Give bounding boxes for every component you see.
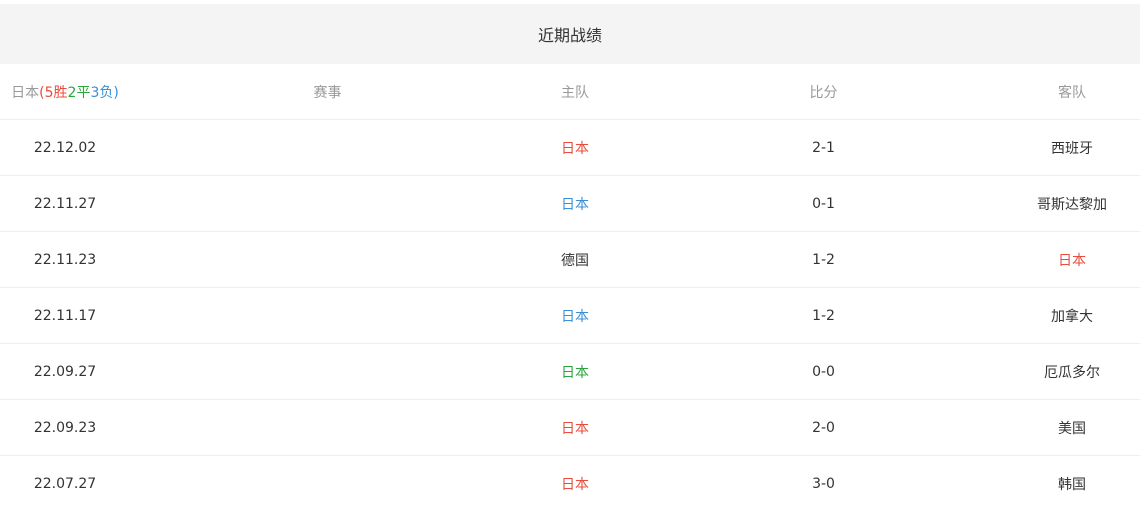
- header-close-paren: ): [113, 84, 119, 101]
- table-row: 22.09.27 日本 0-0 厄瓜多尔: [0, 344, 1140, 400]
- header-event: 赛事: [313, 84, 342, 101]
- match-score: 0-0: [812, 363, 835, 380]
- match-list: 22.12.02 日本 2-1 西班牙 22.11.27 日本 0-1 哥斯达黎…: [0, 120, 1140, 512]
- match-date: 22.11.17: [33, 307, 97, 324]
- match-home-team[interactable]: 日本: [525, 138, 625, 158]
- match-home-team[interactable]: 日本: [525, 474, 625, 494]
- table-row: 22.11.23 德国 1-2 日本: [0, 232, 1140, 288]
- table-row: 22.11.27 日本 0-1 哥斯达黎加: [0, 176, 1140, 232]
- match-date: 22.09.23: [33, 419, 97, 436]
- match-away-team[interactable]: 加拿大: [1022, 306, 1122, 326]
- header-losses: 3负: [90, 84, 114, 101]
- table-row: 22.07.27 日本 3-0 韩国: [0, 456, 1140, 512]
- table-row: 22.09.23 日本 2-0 美国: [0, 400, 1140, 456]
- match-home-team[interactable]: 日本: [525, 306, 625, 326]
- match-score: 2-0: [812, 419, 835, 436]
- match-score: 0-1: [812, 195, 835, 212]
- panel-title: 近期战绩: [537, 26, 602, 45]
- header-team-name: 日本: [11, 84, 40, 101]
- match-score: 2-1: [812, 139, 835, 156]
- header-team-record: 日本(5胜2平3负): [0, 82, 130, 102]
- match-home-team[interactable]: 日本: [525, 194, 625, 214]
- match-away-team[interactable]: 哥斯达黎加: [1022, 194, 1122, 214]
- panel-title-bar: 近期战绩: [0, 4, 1140, 64]
- match-date: 22.11.23: [33, 251, 97, 268]
- recent-results-panel: 近期战绩 日本(5胜2平3负) 赛事 主队 比分 客队 22.12.02 日本 …: [0, 4, 1140, 512]
- match-away-team[interactable]: 日本: [1022, 250, 1122, 270]
- match-home-team[interactable]: 德国: [525, 250, 625, 270]
- match-score: 3-0: [812, 476, 835, 492]
- match-score: 1-2: [812, 307, 835, 324]
- match-date: 22.11.27: [33, 195, 97, 212]
- header-home-team: 主队: [561, 84, 589, 101]
- header-away-team: 客队: [1058, 84, 1086, 101]
- match-home-team[interactable]: 日本: [525, 418, 625, 438]
- match-away-team[interactable]: 厄瓜多尔: [1022, 362, 1122, 382]
- match-away-team[interactable]: 美国: [1022, 418, 1122, 438]
- match-date: 22.09.27: [33, 363, 97, 380]
- header-wins: 5胜: [44, 84, 68, 101]
- match-date: 22.12.02: [33, 139, 97, 156]
- table-row: 22.11.17 日本 1-2 加拿大: [0, 288, 1140, 344]
- match-away-team[interactable]: 韩国: [1022, 474, 1122, 494]
- match-home-team[interactable]: 日本: [525, 362, 625, 382]
- table-row: 22.12.02 日本 2-1 西班牙: [0, 120, 1140, 176]
- header-score: 比分: [809, 84, 838, 101]
- header-draws: 2平: [67, 84, 91, 101]
- match-date: 22.07.27: [33, 476, 97, 492]
- match-score: 1-2: [812, 251, 835, 268]
- match-away-team[interactable]: 西班牙: [1022, 138, 1122, 158]
- table-header: 日本(5胜2平3负) 赛事 主队 比分 客队: [0, 64, 1140, 120]
